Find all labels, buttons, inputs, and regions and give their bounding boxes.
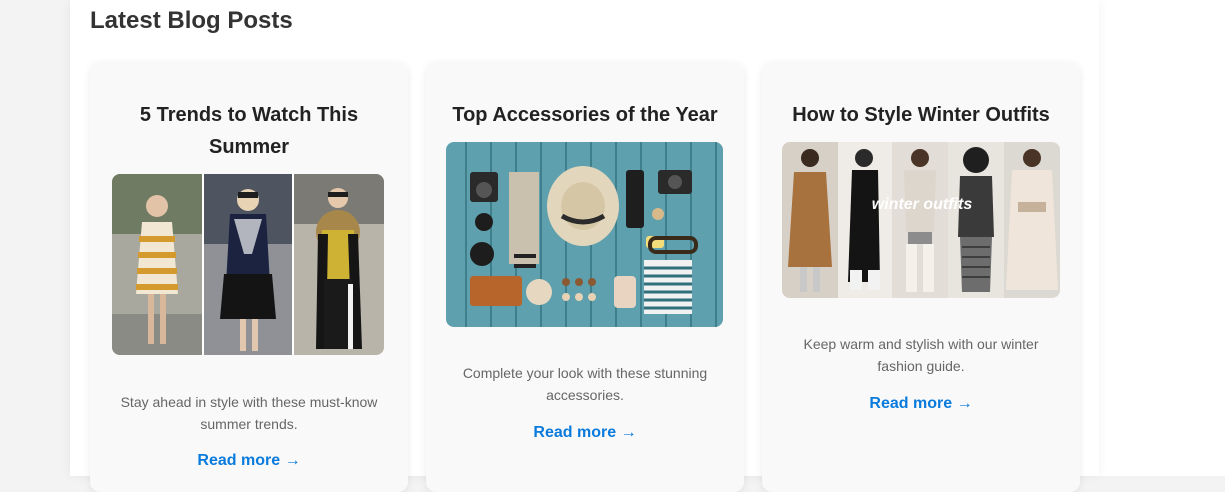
- card-description-line: Complete your look with these stunning: [462, 365, 708, 381]
- winter-outfits-image[interactable]: winter outfits: [782, 142, 1060, 298]
- card-description-line: accessories.: [546, 387, 624, 403]
- card-description: Complete your look with these stunning a…: [446, 362, 724, 406]
- card-description-line: summer trends.: [200, 416, 298, 432]
- page-background: [1099, 0, 1225, 476]
- blog-card[interactable]: 5 Trends to Watch This Summer Stay ahead…: [90, 62, 408, 492]
- blog-card[interactable]: How to Style Winter Outfits winter outfi…: [762, 62, 1080, 492]
- card-title-line: Summer: [208, 136, 290, 158]
- card-description-line: Stay ahead in style with these must-know: [120, 394, 378, 410]
- accessories-image[interactable]: [446, 142, 723, 327]
- card-description: Keep warm and stylish with our winter fa…: [782, 333, 1060, 377]
- card-description-line: fashion guide.: [877, 358, 965, 374]
- card-title[interactable]: 5 Trends to Watch This Summer: [90, 99, 408, 163]
- street-style-image[interactable]: [112, 174, 384, 355]
- read-more-link[interactable]: Read more →: [90, 452, 408, 470]
- read-more-link[interactable]: Read more →: [426, 424, 744, 442]
- card-title-line: How to Style Winter Outfits: [792, 104, 1050, 126]
- section-title: Latest Blog Posts: [90, 7, 293, 34]
- card-description-line: Keep warm and stylish with our winter: [803, 336, 1039, 352]
- blog-section: Latest Blog Posts 5 Trends to Watch This…: [70, 0, 1099, 492]
- card-title-line: 5 Trends to Watch This: [139, 104, 359, 126]
- card-title[interactable]: Top Accessories of the Year: [426, 99, 744, 131]
- card-description: Stay ahead in style with these must-know…: [110, 391, 388, 435]
- card-title-line: Top Accessories of the Year: [452, 104, 718, 126]
- blog-card[interactable]: Top Accessories of the Year Complete you…: [426, 62, 744, 492]
- read-more-link[interactable]: Read more →: [762, 395, 1080, 413]
- card-title[interactable]: How to Style Winter Outfits: [762, 99, 1080, 131]
- image-overlay-text: winter outfits: [872, 196, 973, 213]
